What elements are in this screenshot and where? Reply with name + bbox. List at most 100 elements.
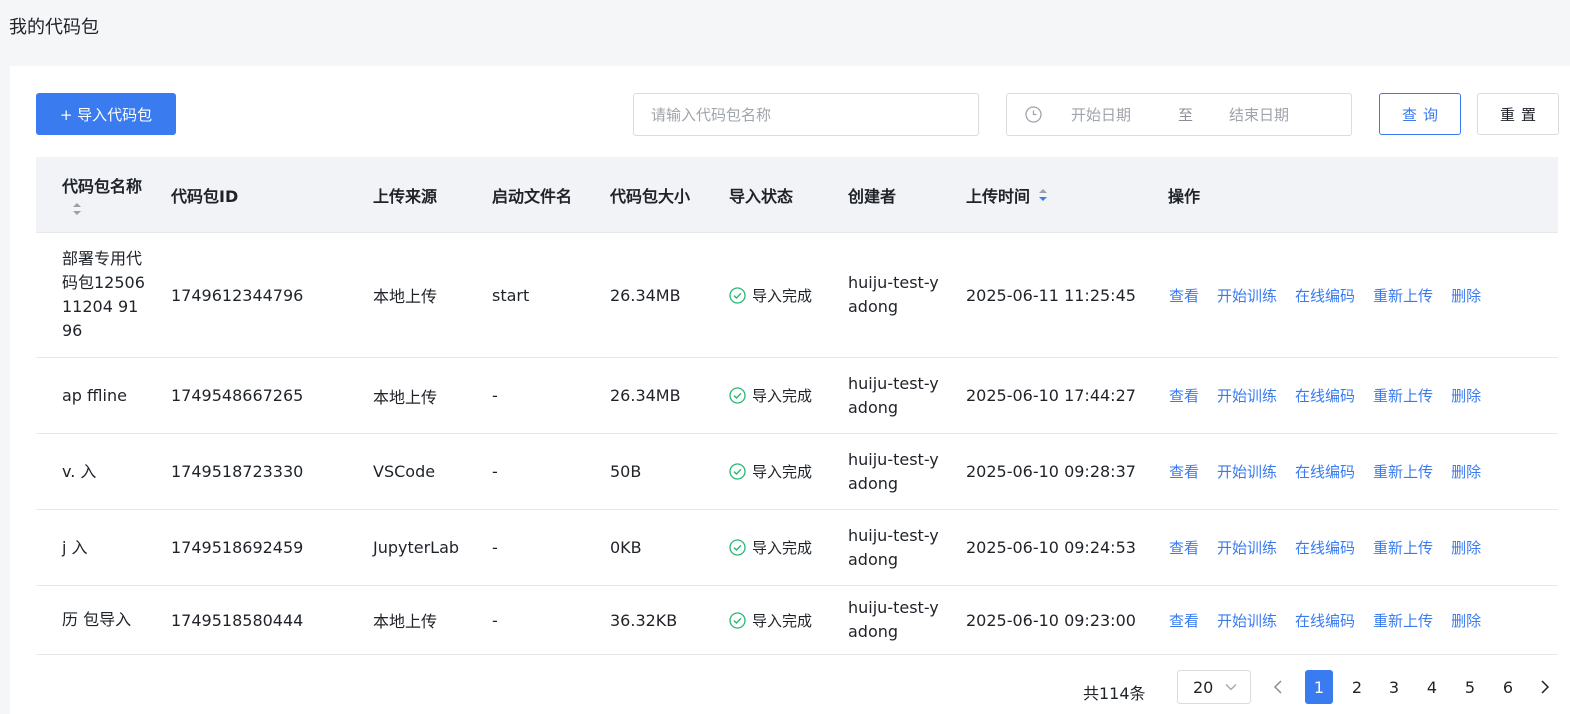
delete-button[interactable]: 删除 <box>1451 610 1481 631</box>
start-training-button[interactable]: 开始训练 <box>1217 461 1277 482</box>
import-status: 导入完成 <box>729 610 812 631</box>
start-file: - <box>492 538 498 557</box>
import-package-button[interactable]: + 导入代码包 <box>36 93 176 135</box>
package-id: 1749612344796 <box>171 285 304 305</box>
upload-source: JupyterLab <box>373 538 460 557</box>
upload-time: 2025-06-10 09:24:53 <box>966 538 1136 557</box>
delete-button[interactable]: 删除 <box>1451 537 1481 558</box>
start-file: - <box>492 610 498 630</box>
package-table: 代码包名称 代码包ID 上传来源 启动文件名 代码包大小 导入状态 创建者 上传… <box>36 157 1558 655</box>
start-training-button[interactable]: 开始训练 <box>1217 610 1277 631</box>
date-range-picker[interactable]: 开始日期 至 结束日期 <box>1006 93 1352 136</box>
view-button[interactable]: 查看 <box>1169 285 1199 306</box>
package-name: v. 入 <box>62 461 97 481</box>
sort-icon[interactable] <box>72 201 82 217</box>
package-name: ap ffline <box>62 385 127 405</box>
package-id: 1749518580444 <box>171 610 304 630</box>
import-status: 导入完成 <box>729 285 812 306</box>
table-row: 历 包导入 1749518580444 本地上传 - 36.32KB 导入完成 huiju-… <box>36 586 1558 655</box>
page-5-button[interactable]: 5 <box>1456 670 1484 704</box>
page-4-button[interactable]: 4 <box>1418 670 1446 704</box>
table-row: ap ffline 1749548667265 本地上传 - 26.34MB 导入完成 hu… <box>36 358 1558 434</box>
column-header-creator: 创建者 <box>848 187 897 206</box>
column-header-source: 上传来源 <box>373 187 438 206</box>
reupload-button[interactable]: 重新上传 <box>1373 610 1433 631</box>
package-id: 1749548667265 <box>171 386 304 405</box>
package-id: 1749518723330 <box>171 462 304 481</box>
query-button[interactable]: 查询 <box>1379 93 1461 135</box>
page-1-button[interactable]: 1 <box>1305 670 1333 704</box>
reupload-button[interactable]: 重新上传 <box>1373 285 1433 306</box>
online-coding-button[interactable]: 在线编码 <box>1295 537 1355 558</box>
start-training-button[interactable]: 开始训练 <box>1217 537 1277 558</box>
column-header-name[interactable]: 代码包名称 <box>62 157 142 233</box>
upload-source: VSCode <box>373 462 436 481</box>
package-id: 1749518692459 <box>171 538 304 557</box>
reupload-button[interactable]: 重新上传 <box>1373 461 1433 482</box>
package-name: 部署专用代码包1250611204 9196 <box>62 249 145 340</box>
package-name: j 入 <box>62 537 88 557</box>
import-status: 导入完成 <box>729 461 812 482</box>
start-training-button[interactable]: 开始训练 <box>1217 385 1277 406</box>
package-size: 50B <box>610 462 642 481</box>
view-button[interactable]: 查看 <box>1169 537 1199 558</box>
column-header-actions: 操作 <box>1168 187 1201 206</box>
start-file: start <box>492 285 530 305</box>
package-size: 26.34MB <box>610 386 681 405</box>
chevron-down-icon <box>1225 683 1237 691</box>
total-count: 共114条 <box>1083 684 1146 703</box>
column-header-status: 导入状态 <box>729 187 794 206</box>
date-start-input[interactable]: 开始日期 <box>1071 104 1161 125</box>
date-end-input[interactable]: 结束日期 <box>1229 104 1289 125</box>
reupload-button[interactable]: 重新上传 <box>1373 385 1433 406</box>
delete-button[interactable]: 删除 <box>1451 385 1481 406</box>
column-header-size: 代码包大小 <box>610 187 691 206</box>
view-button[interactable]: 查看 <box>1169 461 1199 482</box>
check-circle-icon <box>729 463 746 480</box>
page-2-button[interactable]: 2 <box>1343 670 1371 704</box>
package-size: 0KB <box>610 538 642 557</box>
upload-time: 2025-06-10 09:28:37 <box>966 462 1136 481</box>
package-size: 36.32KB <box>610 610 678 630</box>
view-button[interactable]: 查看 <box>1169 385 1199 406</box>
page-3-button[interactable]: 3 <box>1380 670 1408 704</box>
online-coding-button[interactable]: 在线编码 <box>1295 285 1355 306</box>
package-size: 26.34MB <box>610 285 681 305</box>
page-size-select[interactable]: 20 <box>1177 670 1251 704</box>
column-header-upload-time[interactable]: 上传时间 <box>966 157 1048 233</box>
sort-icon[interactable] <box>1038 187 1048 203</box>
pagination: 共114条 20 1 2 3 4 5 6 <box>10 670 1570 710</box>
view-button[interactable]: 查看 <box>1169 610 1199 631</box>
creator: huiju-test-yadong <box>848 449 939 493</box>
delete-button[interactable]: 删除 <box>1451 461 1481 482</box>
online-coding-button[interactable]: 在线编码 <box>1295 461 1355 482</box>
upload-time: 2025-06-11 11:25:45 <box>966 285 1136 305</box>
clock-icon <box>1024 106 1042 124</box>
previous-page-icon[interactable] <box>1269 678 1287 696</box>
table-header: 代码包名称 代码包ID 上传来源 启动文件名 代码包大小 导入状态 创建者 上传… <box>36 157 1558 233</box>
upload-time: 2025-06-10 17:44:27 <box>966 386 1136 405</box>
table-row: v. 入 1749518723330 VSCode - 50B 导入完成 huiju-tes… <box>36 434 1558 510</box>
check-circle-icon <box>729 286 746 304</box>
reset-button[interactable]: 重置 <box>1477 93 1559 135</box>
creator: huiju-test-yadong <box>848 273 939 316</box>
column-header-id: 代码包ID <box>171 187 239 206</box>
content-card: + 导入代码包 开始日期 至 结束日期 查询 重置 代码包名称 代码包ID 上传… <box>10 66 1570 714</box>
creator: huiju-test-yadong <box>848 373 939 417</box>
upload-source: 本地上传 <box>373 387 438 407</box>
start-training-button[interactable]: 开始训练 <box>1217 285 1277 306</box>
reupload-button[interactable]: 重新上传 <box>1373 537 1433 558</box>
table-row: 部署专用代码包1250611204 9196 1749612344796 本地上传 s… <box>36 233 1558 358</box>
date-separator: 至 <box>1178 106 1194 124</box>
check-circle-icon <box>729 387 746 404</box>
delete-button[interactable]: 删除 <box>1451 285 1481 306</box>
next-page-icon[interactable] <box>1536 678 1554 696</box>
start-file: - <box>492 386 498 405</box>
upload-source: 本地上传 <box>373 287 438 306</box>
start-file: - <box>492 462 498 481</box>
online-coding-button[interactable]: 在线编码 <box>1295 610 1355 631</box>
online-coding-button[interactable]: 在线编码 <box>1295 385 1355 406</box>
package-name-search-input[interactable] <box>633 93 979 136</box>
check-circle-icon <box>729 611 746 629</box>
page-6-button[interactable]: 6 <box>1494 670 1522 704</box>
